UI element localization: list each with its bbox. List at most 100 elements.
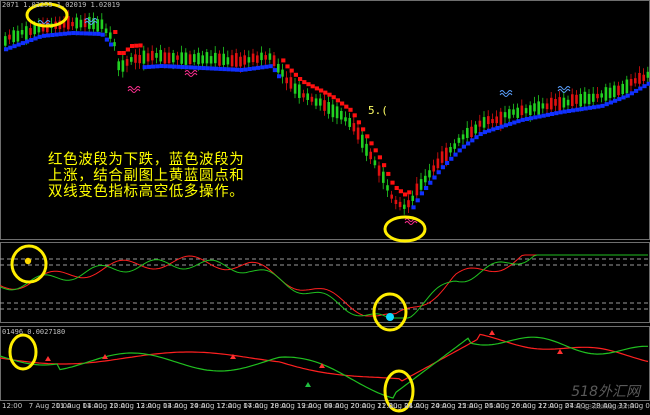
candle-body <box>121 60 125 72</box>
trend-band-segment <box>646 81 650 86</box>
candle-body <box>109 32 112 39</box>
trend-band-segment <box>4 47 9 52</box>
trend-band-segment <box>109 42 114 47</box>
candle-body <box>625 79 629 94</box>
candle-body <box>466 127 469 138</box>
candle-body <box>146 53 150 62</box>
candle-body <box>403 204 406 209</box>
candle-body <box>470 126 473 138</box>
trend-band-segment <box>239 67 244 72</box>
trend-band-segment <box>642 84 647 89</box>
trend-band-segment <box>386 171 391 176</box>
candle-body <box>163 52 167 64</box>
candle-body <box>424 175 427 183</box>
trend-band-segment <box>436 170 441 175</box>
time-axis-label: 12:00 <box>2 402 23 410</box>
candle-body <box>365 143 368 156</box>
trend-band-segment <box>495 125 500 130</box>
candle-body <box>323 100 326 111</box>
candle-body <box>104 28 108 34</box>
candle-body <box>193 54 196 63</box>
candle-body <box>474 124 477 134</box>
candle-body <box>4 36 7 46</box>
blue-dot-signal <box>386 313 394 321</box>
trend-band-segment <box>613 98 618 103</box>
candle-body <box>554 98 557 106</box>
candle-body <box>230 55 234 67</box>
trend-band-segment <box>83 31 88 36</box>
candle-body <box>550 97 553 110</box>
trend-band-segment <box>365 134 370 139</box>
candle-body <box>436 158 440 169</box>
trend-band-segment <box>184 65 189 70</box>
candle-body <box>377 165 381 176</box>
trend-band-segment <box>323 90 328 95</box>
trend-band-segment <box>621 95 626 100</box>
annotation-line-3: 双线变色指标高空低多操作。 <box>48 184 245 200</box>
candle-body <box>16 30 20 42</box>
candle-body <box>558 97 561 111</box>
trend-band-segment <box>503 123 508 128</box>
candle-body <box>516 107 519 118</box>
trend-band-segment <box>138 43 143 48</box>
candle-body <box>617 85 620 96</box>
trend-band-segment <box>50 32 55 37</box>
trend-band-segment <box>398 189 403 194</box>
trend-band-segment <box>67 31 72 36</box>
trend-band-segment <box>608 100 613 105</box>
candle-body <box>373 160 377 166</box>
trend-band-segment <box>344 104 349 109</box>
trend-band-segment <box>449 156 454 161</box>
trend-band-segment <box>348 107 353 112</box>
trend-band-segment <box>285 64 290 69</box>
trend-band-segment <box>46 33 51 38</box>
trend-band-segment <box>247 66 252 71</box>
candle-body <box>180 52 183 64</box>
candle-body <box>176 55 179 60</box>
trend-band-segment <box>41 33 46 38</box>
trend-band-segment <box>377 155 382 160</box>
candle-body <box>285 77 288 84</box>
trend-band-segment <box>373 148 378 153</box>
trend-band-segment <box>537 114 542 119</box>
candle-body <box>545 103 549 110</box>
trend-band-segment <box>592 105 597 110</box>
trend-band-segment <box>302 80 307 85</box>
candle-body <box>29 28 32 35</box>
trend-band-segment <box>524 117 529 122</box>
trend-band-segment <box>159 64 164 69</box>
trend-band-segment <box>121 51 126 55</box>
trend-band-segment <box>390 180 395 185</box>
chart-canvas[interactable] <box>0 0 650 415</box>
candle-body <box>508 109 511 119</box>
price-marker-label: 5.( <box>368 104 388 117</box>
candle-body <box>310 96 314 102</box>
candle-body <box>264 55 267 60</box>
trend-band-segment <box>554 111 559 116</box>
candle-body <box>134 54 137 63</box>
candle-body <box>340 110 343 120</box>
candle-body <box>491 119 494 124</box>
trend-band-segment <box>226 67 231 72</box>
trend-band-segment <box>445 161 450 165</box>
candle-body <box>629 78 633 86</box>
candle-body <box>600 93 603 98</box>
candle-body <box>293 83 297 94</box>
candle-body <box>306 93 309 100</box>
candle-body <box>428 170 431 178</box>
candle-body <box>638 72 641 84</box>
candle-body <box>298 84 301 98</box>
candle-body <box>12 30 15 43</box>
candle-body <box>218 53 221 66</box>
trend-band-segment <box>142 65 147 70</box>
trend-band-segment <box>37 34 42 39</box>
candle-body <box>613 85 616 98</box>
candle-body <box>382 171 385 183</box>
candle-body <box>205 52 209 64</box>
candle-body <box>197 52 200 65</box>
candle-body <box>8 34 11 40</box>
trend-band-segment <box>520 117 525 122</box>
candle-body <box>361 134 364 148</box>
trend-band-segment <box>419 191 424 196</box>
candle-body <box>487 116 490 125</box>
